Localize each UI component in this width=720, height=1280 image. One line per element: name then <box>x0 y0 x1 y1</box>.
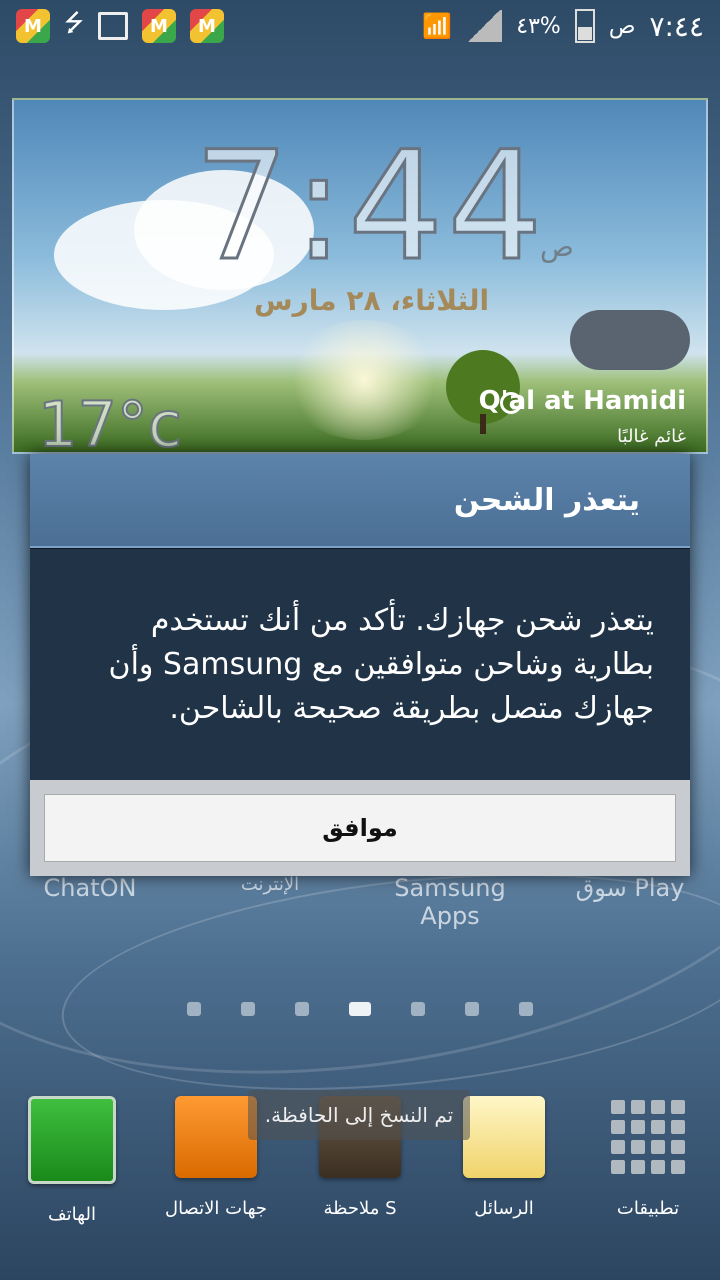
page-indicator <box>0 1002 720 1016</box>
charging-error-dialog: يتعذر الشحن يتعذر شحن جهازك. تأكد من أنك… <box>30 454 690 876</box>
apps-grid-icon <box>607 1096 689 1178</box>
dialog-body: يتعذر شحن جهازك. تأكد من أنك تستخدم بطار… <box>30 548 690 780</box>
system-status: 📶 ٤٣% ص ٧:٤٤ <box>422 9 704 43</box>
status-bar: M ⭍ M M 📶 ٤٣% ص ٧:٤٤ <box>0 0 720 52</box>
sun-glow <box>284 320 444 440</box>
tree-decoration <box>480 414 486 434</box>
usb-icon[interactable]: ⭍ <box>64 6 84 47</box>
weather-clock-widget[interactable]: 7:44 ص الثلاثاء، ٢٨ مارس 17°c Q'al at Ha… <box>12 98 708 454</box>
dock-label: الهاتف <box>48 1204 96 1225</box>
phone-icon <box>28 1096 116 1184</box>
gallery-icon[interactable] <box>98 12 128 40</box>
dialog-header: يتعذر الشحن <box>30 454 690 548</box>
page-dot[interactable] <box>465 1002 479 1016</box>
market-icon[interactable]: M <box>190 9 224 43</box>
widget-clock: 7:44 <box>193 119 547 296</box>
market-icon[interactable]: M <box>16 9 50 43</box>
dock-item-phone[interactable]: الهاتف <box>2 1096 142 1225</box>
page-dot[interactable] <box>519 1002 533 1016</box>
app-label-chaton[interactable]: ChatON <box>40 874 140 902</box>
dock-label: الرسائل <box>474 1198 534 1219</box>
dock-label: تطبيقات <box>616 1198 680 1219</box>
wifi-icon: 📶 <box>422 12 453 40</box>
widget-date: الثلاثاء، ٢٨ مارس <box>254 284 490 317</box>
signal-icon <box>466 10 503 42</box>
battery-percent: ٤٣% <box>516 13 561 39</box>
weather-icon <box>570 310 690 370</box>
widget-location: Q'al at Hamidi <box>478 386 686 416</box>
toast-message: تم النسخ إلى الحافظة. <box>248 1090 470 1140</box>
widget-ampm: ص <box>540 230 574 263</box>
app-label-internet[interactable]: الإنترنت <box>220 874 320 895</box>
status-clock: ٧:٤٤ <box>649 9 704 43</box>
widget-condition: غائم غالبًا <box>617 426 686 447</box>
contacts-icon <box>175 1096 257 1178</box>
page-dot[interactable] <box>241 1002 255 1016</box>
messages-icon <box>463 1096 545 1178</box>
page-dot[interactable] <box>295 1002 309 1016</box>
widget-temperature: 17°c <box>37 387 183 454</box>
page-dot[interactable] <box>187 1002 201 1016</box>
dock-item-apps[interactable]: تطبيقات <box>578 1096 718 1219</box>
dialog-title: يتعذر الشحن <box>453 482 640 518</box>
ok-button[interactable]: موافق <box>44 794 676 862</box>
notification-icons: M ⭍ M M <box>16 6 224 47</box>
app-label-samsung-apps[interactable]: Samsung Apps <box>388 874 512 930</box>
app-label-play-store[interactable]: سوق Play <box>570 874 690 902</box>
page-dot[interactable] <box>411 1002 425 1016</box>
dialog-footer: موافق <box>30 780 690 876</box>
dock-label: S ملاحظة <box>323 1198 397 1219</box>
market-icon[interactable]: M <box>142 9 176 43</box>
dialog-message: يتعذر شحن جهازك. تأكد من أنك تستخدم بطار… <box>108 603 654 726</box>
dock-label: جهات الاتصال <box>164 1198 268 1219</box>
page-dot-active[interactable] <box>349 1002 371 1016</box>
battery-icon <box>574 9 595 43</box>
status-ampm: ص <box>608 13 636 39</box>
